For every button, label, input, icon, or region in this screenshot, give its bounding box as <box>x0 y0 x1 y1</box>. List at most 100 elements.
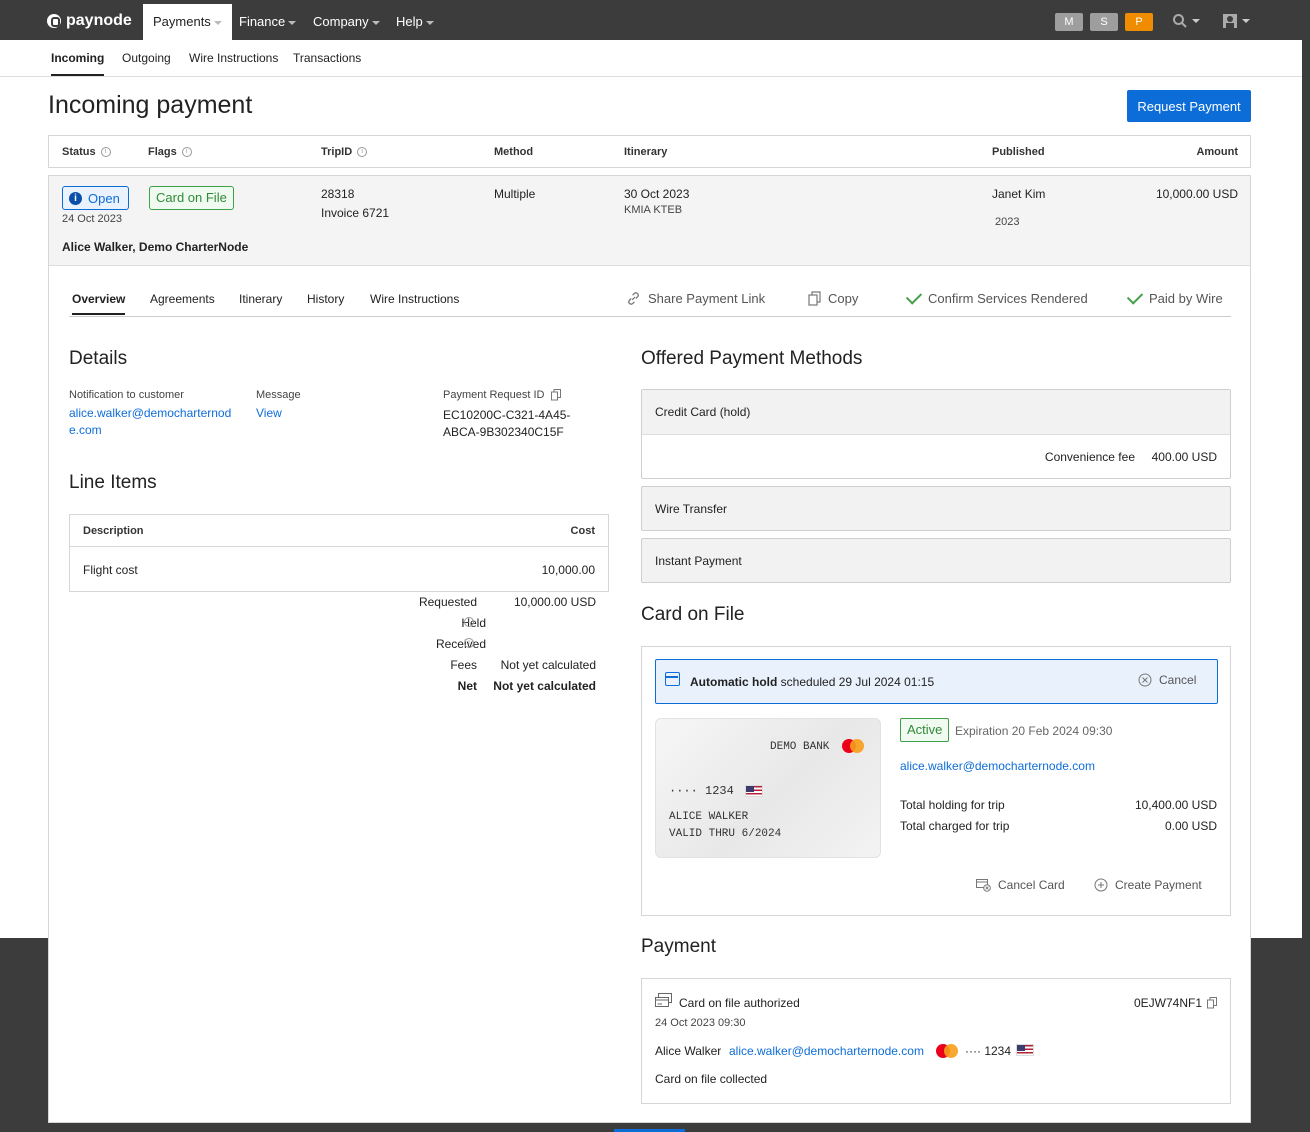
cancel-hold-button[interactable]: Cancel <box>1138 673 1196 687</box>
us-flag-icon <box>1016 1044 1034 1056</box>
chevron-down-icon <box>1242 19 1250 23</box>
copy-label: Copy <box>828 291 859 306</box>
share-payment-link-button[interactable]: Share Payment Link <box>626 291 765 306</box>
request-payment-button[interactable]: Request Payment <box>1127 90 1251 122</box>
header-flags-label: Flags <box>148 146 177 158</box>
copy-icon[interactable] <box>550 389 561 401</box>
header-flags[interactable]: Flags i <box>148 146 192 158</box>
header-itinerary[interactable]: Itinerary <box>624 146 667 158</box>
charged-label: Total charged for trip <box>900 819 1010 833</box>
paid-wire-label: Paid by Wire <box>1149 291 1223 306</box>
tab-itinerary[interactable]: Itinerary <box>239 292 282 306</box>
automatic-hold-banner: Automatic hold scheduled 29 Jul 2024 01:… <box>655 659 1218 704</box>
env-pill-s[interactable]: S <box>1090 13 1118 31</box>
wire-transfer-method[interactable]: Wire Transfer <box>641 486 1231 531</box>
subnav-wire-instructions[interactable]: Wire Instructions <box>189 40 278 76</box>
cancel-circle-icon <box>1138 673 1152 687</box>
header-amount[interactable]: Amount <box>1196 146 1238 158</box>
confirm-services-button[interactable]: Confirm Services Rendered <box>905 288 1088 306</box>
chevron-down-icon <box>213 20 222 25</box>
card-holder: ALICE WALKER <box>669 811 749 823</box>
notification-email-line1: alice.walker@democharternod <box>69 406 232 420</box>
line-items-heading: Line Items <box>69 472 157 493</box>
card-on-file-panel: Automatic hold scheduled 29 Jul 2024 01:… <box>641 646 1231 916</box>
line-item-description: Flight cost <box>83 563 138 577</box>
search-menu[interactable] <box>1172 13 1200 29</box>
amount-value: 10,000.00 USD <box>1155 187 1238 201</box>
sub-navigation: Incoming Outgoing Wire Instructions Tran… <box>0 40 1302 77</box>
summary-row[interactable]: i Open 24 Oct 2023 Card on File 28318 In… <box>48 175 1251 266</box>
chevron-down-icon <box>425 20 434 25</box>
copy-icon[interactable] <box>1207 997 1217 1009</box>
subnav-transactions[interactable]: Transactions <box>293 40 361 76</box>
copy-button[interactable]: Copy <box>808 291 858 306</box>
info-icon[interactable]: i <box>464 617 474 627</box>
us-flag-icon <box>745 785 763 797</box>
payment-detail-panel: Overview Agreements Itinerary History Wi… <box>48 265 1251 1123</box>
instant-payment-label: Instant Payment <box>655 554 742 568</box>
summary-table-header: Status i Flags i TripID i Method Itinerary … <box>48 135 1251 168</box>
header-amount-label: Amount <box>1196 146 1238 158</box>
request-id-label: Payment Request ID <box>443 389 545 401</box>
line-items-table: Description Cost Flight cost 10,000.00 <box>69 514 609 592</box>
tab-history[interactable]: History <box>307 292 344 306</box>
link-icon <box>628 292 639 305</box>
card-on-file-flag: Card on File <box>149 186 234 210</box>
subnav-incoming[interactable]: Incoming <box>51 40 105 76</box>
info-icon[interactable]: i <box>464 638 474 648</box>
window-edge <box>1302 4 1310 938</box>
request-id-line1: EC10200C-C321-4A45- <box>443 408 571 422</box>
header-tripid[interactable]: TripID i <box>321 146 368 158</box>
instant-payment-method[interactable]: Instant Payment <box>641 538 1231 583</box>
page-title: Incoming payment <box>48 91 253 119</box>
received-label: Received <box>435 637 486 651</box>
hold-bold: Automatic hold <box>690 675 778 689</box>
mastercard-icon <box>842 739 864 753</box>
header-method[interactable]: Method <box>494 146 533 158</box>
cancel-card-button[interactable]: Cancel Card <box>976 878 1065 892</box>
info-icon[interactable]: i <box>100 147 111 157</box>
message-label: Message <box>256 389 301 401</box>
nav-payments[interactable]: Payments <box>143 4 232 40</box>
card-valid-thru: VALID THRU 6/2024 <box>669 828 782 840</box>
card-email-link[interactable]: alice.walker@democharternode.com <box>900 759 1095 773</box>
requested-value: 10,000.00 USD <box>513 595 596 609</box>
payment-event-card: Card on file authorized 0EJW74NF1 24 Oct… <box>641 978 1231 1104</box>
header-status[interactable]: Status i <box>62 146 111 158</box>
tab-wire-instructions[interactable]: Wire Instructions <box>370 292 459 306</box>
info-icon[interactable]: i <box>181 147 192 157</box>
message-view-link[interactable]: View <box>256 406 282 420</box>
credit-card-method[interactable]: Credit Card (hold) Convenience fee 400.0… <box>641 389 1231 479</box>
payer-card-number: ···· 1234 <box>965 1044 1012 1058</box>
nav-company[interactable]: Company <box>313 4 380 40</box>
header-published[interactable]: Published <box>992 146 1045 158</box>
tab-agreements[interactable]: Agreements <box>150 292 215 306</box>
notification-email-link[interactable]: alice.walker@democharternod e.com <box>69 406 231 437</box>
env-pill-m[interactable]: M <box>1055 13 1083 31</box>
user-avatar-icon <box>1223 14 1237 28</box>
request-id-value: EC10200C-C321-4A45- ABCA-9B302340C15F <box>443 408 570 439</box>
card-cancel-icon <box>976 879 991 892</box>
col-cost: Cost <box>570 525 595 537</box>
paid-by-wire-button[interactable]: Paid by Wire <box>1126 288 1223 306</box>
card-active-badge: Active <box>900 718 950 742</box>
logo-icon <box>47 14 61 28</box>
brand-logo[interactable]: paynode <box>47 12 132 30</box>
chevron-down-icon <box>1192 19 1200 23</box>
card-expiration: Expiration 20 Feb 2024 09:30 <box>955 724 1113 738</box>
nav-help[interactable]: Help <box>396 4 434 40</box>
user-menu[interactable] <box>1222 13 1250 29</box>
info-icon[interactable]: i <box>357 147 368 157</box>
env-pill-p[interactable]: P <box>1125 13 1153 31</box>
nav-payments-label: Payments <box>153 14 211 29</box>
chevron-down-icon <box>371 20 380 25</box>
credit-card-label: Credit Card (hold) <box>655 405 751 419</box>
header-status-label: Status <box>62 146 96 158</box>
subnav-outgoing[interactable]: Outgoing <box>122 40 171 76</box>
cancel-card-label: Cancel Card <box>998 878 1065 892</box>
payer-email-link[interactable]: alice.walker@democharternode.com <box>729 1044 924 1058</box>
published-by: Janet Kim <box>992 187 1046 201</box>
tab-overview[interactable]: Overview <box>72 292 126 315</box>
create-payment-button[interactable]: Create Payment <box>1094 878 1202 892</box>
nav-finance[interactable]: Finance <box>239 4 297 40</box>
